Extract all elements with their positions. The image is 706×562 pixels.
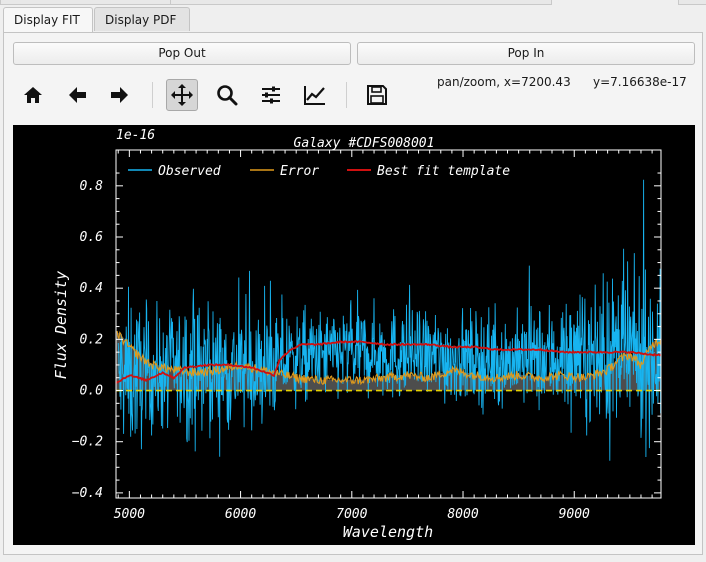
top-tab-stub [0,0,172,5]
spectrum-plot[interactable]: 5000 6000 7000 8000 9000 −0.4 −0.2 0.0 0.2 0.4 0.6… [13,125,695,545]
x-tick-label: 9000 [559,507,590,522]
edit-axes-icon[interactable] [299,79,331,111]
configure-subplots-icon[interactable] [255,79,287,111]
top-tab-stub [678,0,706,5]
toolbar-separator [152,82,153,108]
legend: Observed Error Best fit template [128,164,510,179]
observed-series [116,179,662,461]
back-arrow-icon[interactable] [61,79,93,111]
pop-in-button[interactable]: Pop In [357,42,695,65]
top-tab-stub [170,0,552,5]
y-tick-label: −0.2 [72,435,103,450]
cursor-y-readout: y=7.16638e-17 [593,75,687,89]
x-tick-label: 7000 [336,507,367,522]
y-tick-label: 0.8 [80,179,104,194]
forward-arrow-icon[interactable] [104,79,136,111]
y-tick-label: −0.4 [72,486,103,501]
x-tick-label: 5000 [114,507,145,522]
pan-zoom-status: pan/zoom, x=7200.43 [437,75,571,89]
zoom-magnifier-icon[interactable] [211,79,243,111]
y-tick-label: 0.2 [80,332,104,347]
y-offset-label: 1e-16 [116,128,155,143]
tab-display-fit[interactable]: Display FIT [3,7,93,33]
home-icon[interactable] [17,79,49,111]
legend-best-fit-label: Best fit template [377,164,510,179]
pan-move-icon[interactable] [166,79,198,111]
legend-error-label: Error [280,164,319,179]
spectrum-plot-canvas: 5000 6000 7000 8000 9000 −0.4 −0.2 0.0 0.2 0.4 0.6… [52,128,662,541]
toolbar-separator [346,82,347,108]
window-top-strip [0,0,706,6]
y-tick-label: 0.0 [80,384,104,399]
observed-spectrum-line [117,179,662,461]
x-tick-label: 8000 [447,507,478,522]
x-tick-label: 6000 [225,507,256,522]
y-axis-label: Flux Density [52,271,70,379]
plot-title: Galaxy #CDFS008001 [294,136,435,151]
x-axis-label: Wavelength [343,523,433,541]
save-disk-icon[interactable] [361,79,393,111]
legend-observed-label: Observed [158,164,221,179]
tab-display-pdf[interactable]: Display PDF [94,7,190,31]
y-tick-label: 0.6 [80,230,104,245]
pop-out-button[interactable]: Pop Out [13,42,351,65]
y-tick-label: 0.4 [80,281,103,296]
